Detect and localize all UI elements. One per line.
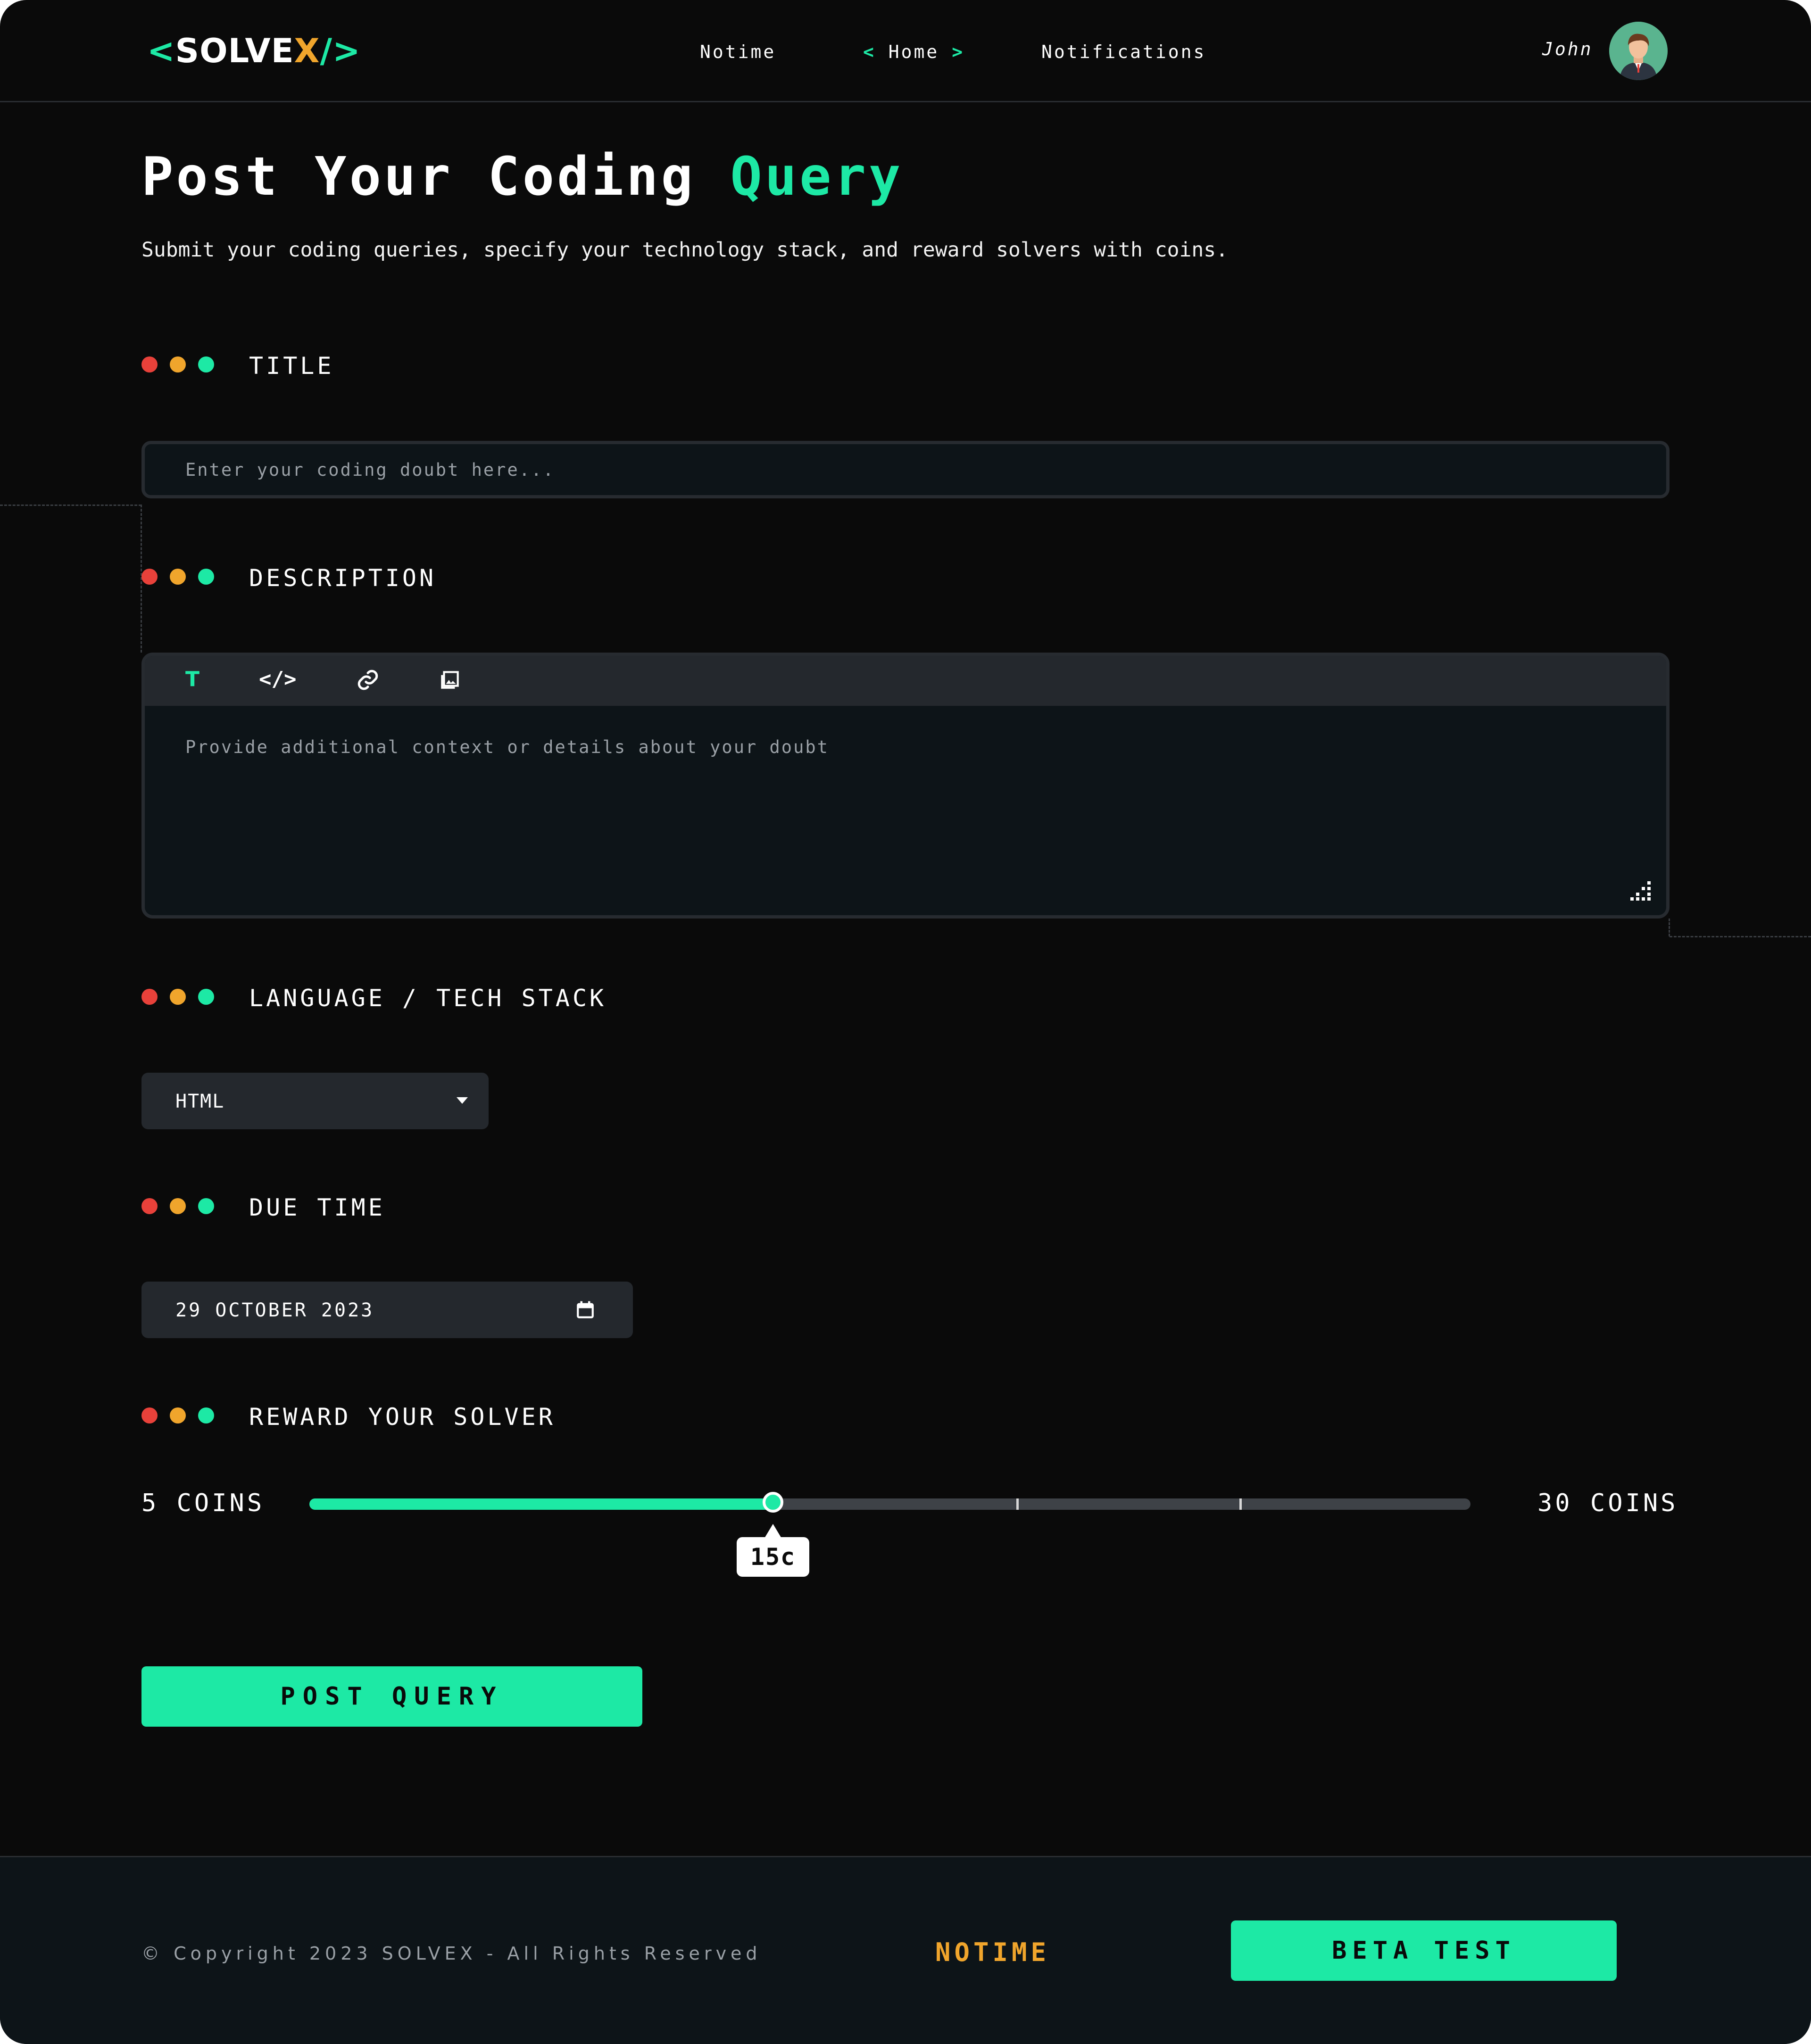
window-dots — [141, 562, 217, 590]
avatar-person-icon — [1609, 22, 1668, 80]
page-title: Post Your Coding Query — [141, 146, 903, 207]
due-time-label: DUE TIME — [249, 1194, 385, 1221]
logo-open-bracket: < — [147, 32, 175, 70]
page-title-accent: Query — [730, 146, 904, 207]
reward-label: REWARD YOUR SOLVER — [249, 1403, 556, 1431]
footer-copyright: © Copyright 2023 SOLVEX - All Rights Res… — [141, 1943, 762, 1964]
description-placeholder: Provide additional context or details ab… — [185, 737, 829, 757]
editor-toolbar: T </> — [145, 656, 1666, 706]
red-dot-icon — [141, 1198, 158, 1214]
user-avatar[interactable] — [1609, 22, 1668, 80]
due-date-input[interactable]: 29 OCTOBER 2023 — [141, 1282, 633, 1338]
nav-link-home-label: Home — [888, 41, 939, 62]
calendar-icon[interactable] — [575, 1299, 595, 1320]
yellow-dot-icon — [170, 1407, 186, 1423]
link-icon[interactable] — [356, 668, 380, 696]
chevron-left-icon: < — [863, 41, 876, 62]
due-date-value: 29 OCTOBER 2023 — [175, 1299, 374, 1321]
green-dot-icon — [198, 1198, 214, 1214]
top-navbar: <SOLVEX/> Notime < Home > Notifications … — [0, 0, 1811, 102]
reward-slider-fill — [309, 1498, 773, 1510]
green-dot-icon — [198, 569, 214, 585]
yellow-dot-icon — [170, 356, 186, 372]
nav-link-notime-label: Notime — [700, 41, 776, 62]
chevron-right-icon: > — [952, 41, 965, 62]
footer: © Copyright 2023 SOLVEX - All Rights Res… — [0, 1856, 1811, 2044]
description-label: DESCRIPTION — [249, 564, 437, 592]
title-label: TITLE — [249, 352, 334, 380]
language-label: LANGUAGE / TECH STACK — [249, 985, 607, 1012]
dashed-guide — [1670, 936, 1811, 937]
nav-link-notifications-label: Notifications — [1041, 41, 1206, 62]
language-selected-value: HTML — [175, 1091, 225, 1112]
dashed-guide — [0, 505, 141, 506]
green-dot-icon — [198, 989, 214, 1005]
post-query-button[interactable]: POST QUERY — [141, 1666, 642, 1727]
text-format-icon[interactable]: T — [185, 665, 199, 694]
window-dots — [141, 1192, 217, 1220]
title-input[interactable] — [141, 441, 1670, 498]
window-dots — [141, 982, 217, 1010]
yellow-dot-icon — [170, 989, 186, 1005]
nav-link-home[interactable]: < Home > — [863, 41, 964, 62]
description-editor[interactable]: T </> Provide additional context or deta… — [141, 653, 1670, 919]
image-icon[interactable] — [438, 668, 462, 696]
window-dots — [141, 350, 217, 378]
nav-link-notime[interactable]: Notime — [700, 41, 776, 62]
red-dot-icon — [141, 989, 158, 1005]
logo-text: SOLVE — [175, 32, 294, 70]
logo-x: X — [294, 32, 320, 70]
red-dot-icon — [141, 356, 158, 372]
window-dots — [141, 1401, 217, 1429]
reward-max-label: 30 COINS — [1537, 1489, 1678, 1517]
green-dot-icon — [198, 356, 214, 372]
yellow-dot-icon — [170, 569, 186, 585]
slider-tick — [1016, 1498, 1019, 1510]
resize-handle-icon[interactable] — [1630, 879, 1652, 901]
value-bubble-arrow — [764, 1524, 781, 1538]
user-name[interactable]: John — [1542, 39, 1593, 59]
caret-down-icon — [457, 1097, 468, 1104]
green-dot-icon — [198, 1407, 214, 1423]
footer-brand-link[interactable]: NOTIME — [935, 1937, 1050, 1968]
code-icon[interactable]: </> — [259, 665, 296, 694]
dashed-guide — [1669, 919, 1670, 936]
reward-min-label: 5 COINS — [141, 1489, 265, 1517]
reward-slider-thumb[interactable] — [763, 1492, 783, 1513]
reward-slider-track[interactable] — [309, 1498, 1470, 1510]
beta-test-button[interactable]: BETA TEST — [1231, 1920, 1617, 1981]
solvex-logo[interactable]: <SOLVEX/> — [147, 32, 361, 70]
red-dot-icon — [141, 569, 158, 585]
page-title-main: Post Your Coding — [141, 146, 696, 207]
page-subtitle: Submit your coding queries, specify your… — [141, 238, 1229, 262]
red-dot-icon — [141, 1407, 158, 1423]
yellow-dot-icon — [170, 1198, 186, 1214]
language-select[interactable]: HTML — [141, 1073, 489, 1129]
nav-link-notifications[interactable]: Notifications — [1041, 41, 1206, 62]
app-frame: <SOLVEX/> Notime < Home > Notifications … — [0, 0, 1811, 2044]
slider-tick — [1239, 1498, 1242, 1510]
reward-value-bubble: 15c — [737, 1537, 809, 1577]
logo-close-bracket: /> — [320, 32, 361, 70]
